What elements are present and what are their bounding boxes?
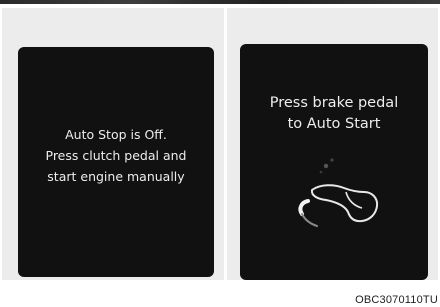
message-line: Auto Stop is Off. bbox=[65, 127, 167, 142]
figure-code-label: OBC3070110TU bbox=[355, 294, 438, 306]
message-line: to Auto Start bbox=[287, 116, 381, 132]
message-line: Press brake pedal bbox=[269, 95, 399, 111]
auto-stop-off-message: Auto Stop is Off. Press clutch pedal and… bbox=[18, 124, 214, 187]
press-brake-display: Press brake pedal to Auto Start bbox=[240, 44, 428, 280]
foot-on-brake-pedal-icon bbox=[298, 158, 379, 227]
top-edge-strip bbox=[0, 0, 440, 4]
message-line: Press clutch pedal and bbox=[45, 148, 187, 163]
press-brake-message: Press brake pedal to Auto Start bbox=[240, 93, 428, 135]
right-illustration-panel: Press brake pedal to Auto Start bbox=[227, 8, 438, 280]
left-illustration-panel: Auto Stop is Off. Press clutch pedal and… bbox=[2, 8, 224, 280]
auto-stop-off-display: Auto Stop is Off. Press clutch pedal and… bbox=[18, 47, 214, 277]
illustration-page: Auto Stop is Off. Press clutch pedal and… bbox=[0, 0, 440, 307]
message-line: start engine manually bbox=[47, 169, 185, 184]
